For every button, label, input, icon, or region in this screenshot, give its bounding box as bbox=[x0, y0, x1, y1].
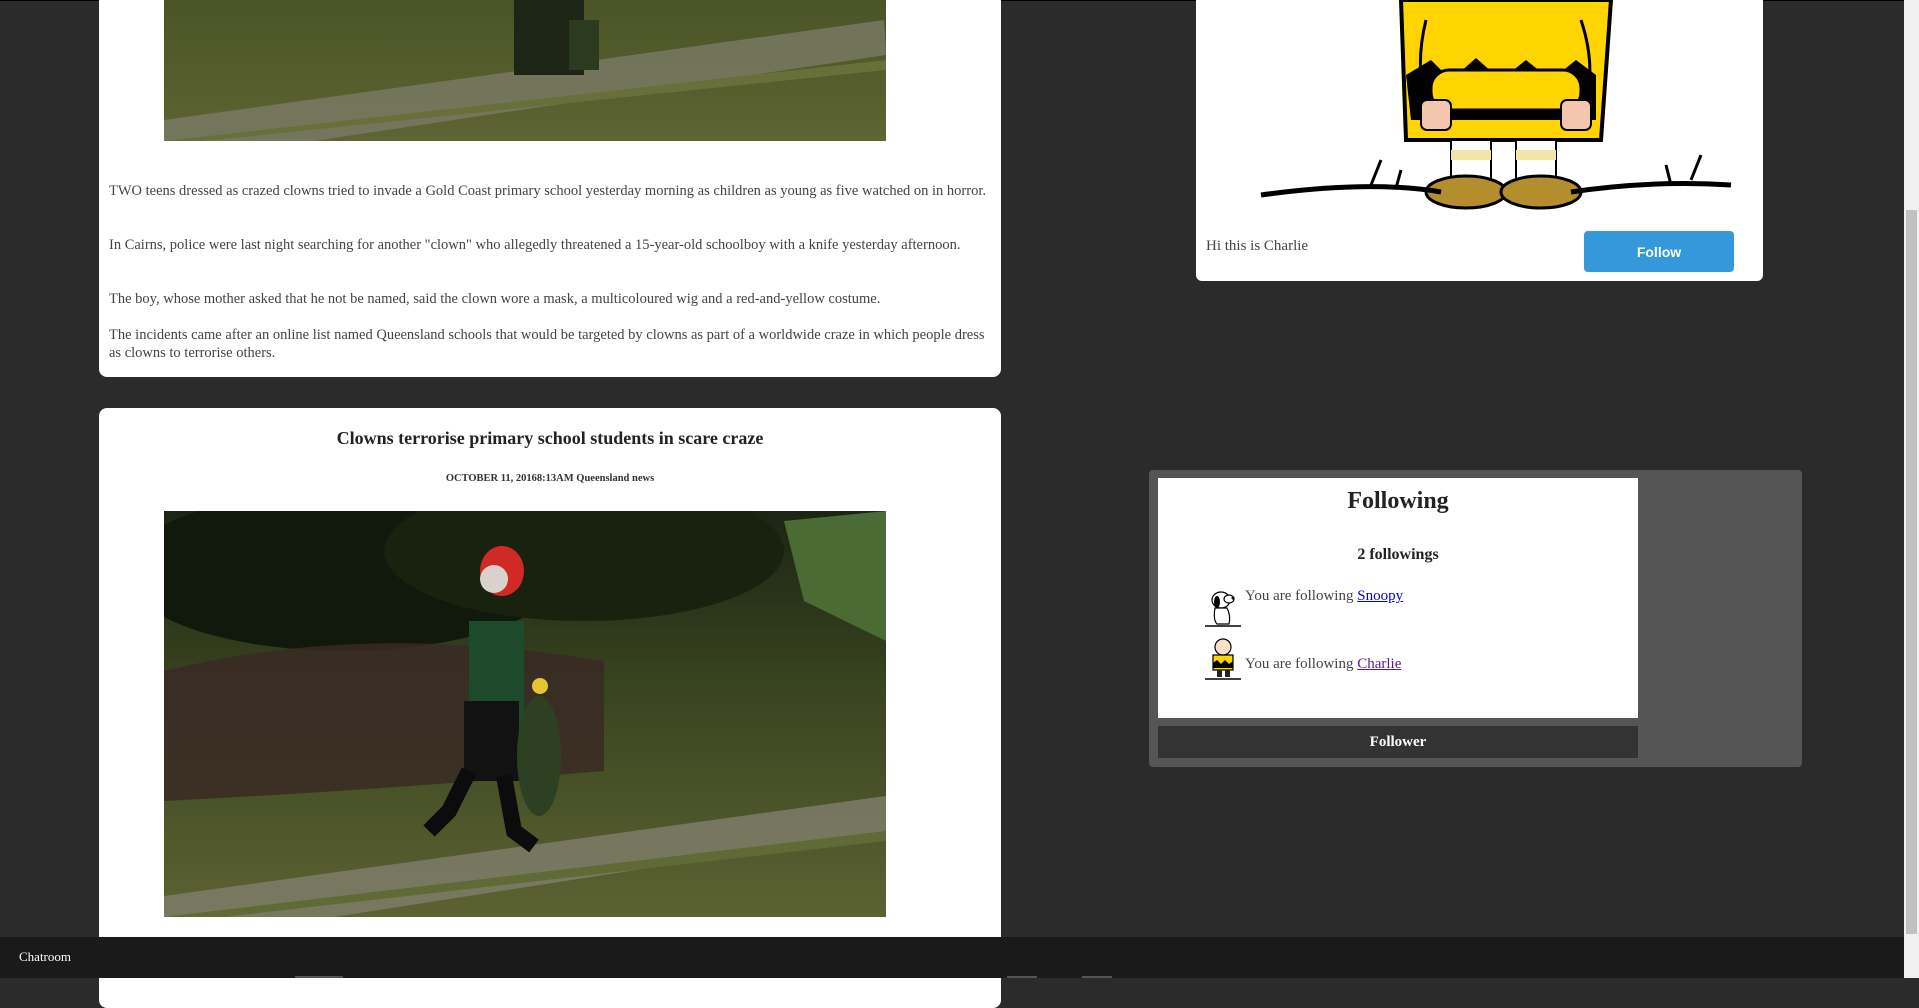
profile-bio: Hi this is Charlie bbox=[1206, 238, 1309, 254]
chatroom-label[interactable]: Chatroom bbox=[19, 949, 71, 965]
following-title: Following bbox=[1347, 488, 1449, 514]
follow-button[interactable]: Follow bbox=[1584, 231, 1734, 272]
article-card-bottom: Clowns terrorise primary school students… bbox=[99, 408, 1001, 1008]
article-photo-top bbox=[164, 0, 886, 141]
following-list: Following 2 followings You are following… bbox=[1158, 478, 1638, 718]
following-link-charlie[interactable]: Charlie bbox=[1357, 656, 1401, 672]
following-prefix: You are following bbox=[1245, 588, 1354, 604]
article-paragraph: TWO teens dressed as crazed clowns tried… bbox=[109, 183, 986, 199]
article-paragraph: The incidents came after an online list … bbox=[109, 327, 985, 361]
article-paragraph: The boy, whose mother asked that he not … bbox=[109, 291, 881, 307]
scrollbar-thumb[interactable] bbox=[1906, 210, 1917, 934]
following-count: 2 followings bbox=[1357, 546, 1439, 563]
following-link-snoopy[interactable]: Snoopy bbox=[1357, 588, 1403, 604]
charlie-brown-icon bbox=[1251, 0, 1771, 220]
chatroom-bar[interactable]: Chatroom bbox=[0, 937, 1904, 978]
follower-tab[interactable]: Follower bbox=[1158, 726, 1638, 758]
following-prefix: You are following bbox=[1245, 656, 1354, 672]
profile-card: Hi this is Charlie Follow bbox=[1196, 0, 1763, 281]
article-paragraph: In Cairns, police were last night search… bbox=[109, 237, 961, 253]
article-meta: OCTOBER 11, 20168:13AM Queensland news bbox=[445, 473, 655, 484]
article-title[interactable]: Clowns terrorise primary school students… bbox=[99, 428, 1001, 449]
following-panel: Following 2 followings You are following… bbox=[1149, 470, 1802, 767]
charlie-brown-icon bbox=[1203, 638, 1243, 683]
article-card-top: TWO teens dressed as crazed clowns tried… bbox=[99, 0, 1001, 377]
page-scrollbar[interactable] bbox=[1904, 0, 1919, 978]
snoopy-icon bbox=[1203, 586, 1243, 631]
article-photo bbox=[164, 511, 886, 917]
